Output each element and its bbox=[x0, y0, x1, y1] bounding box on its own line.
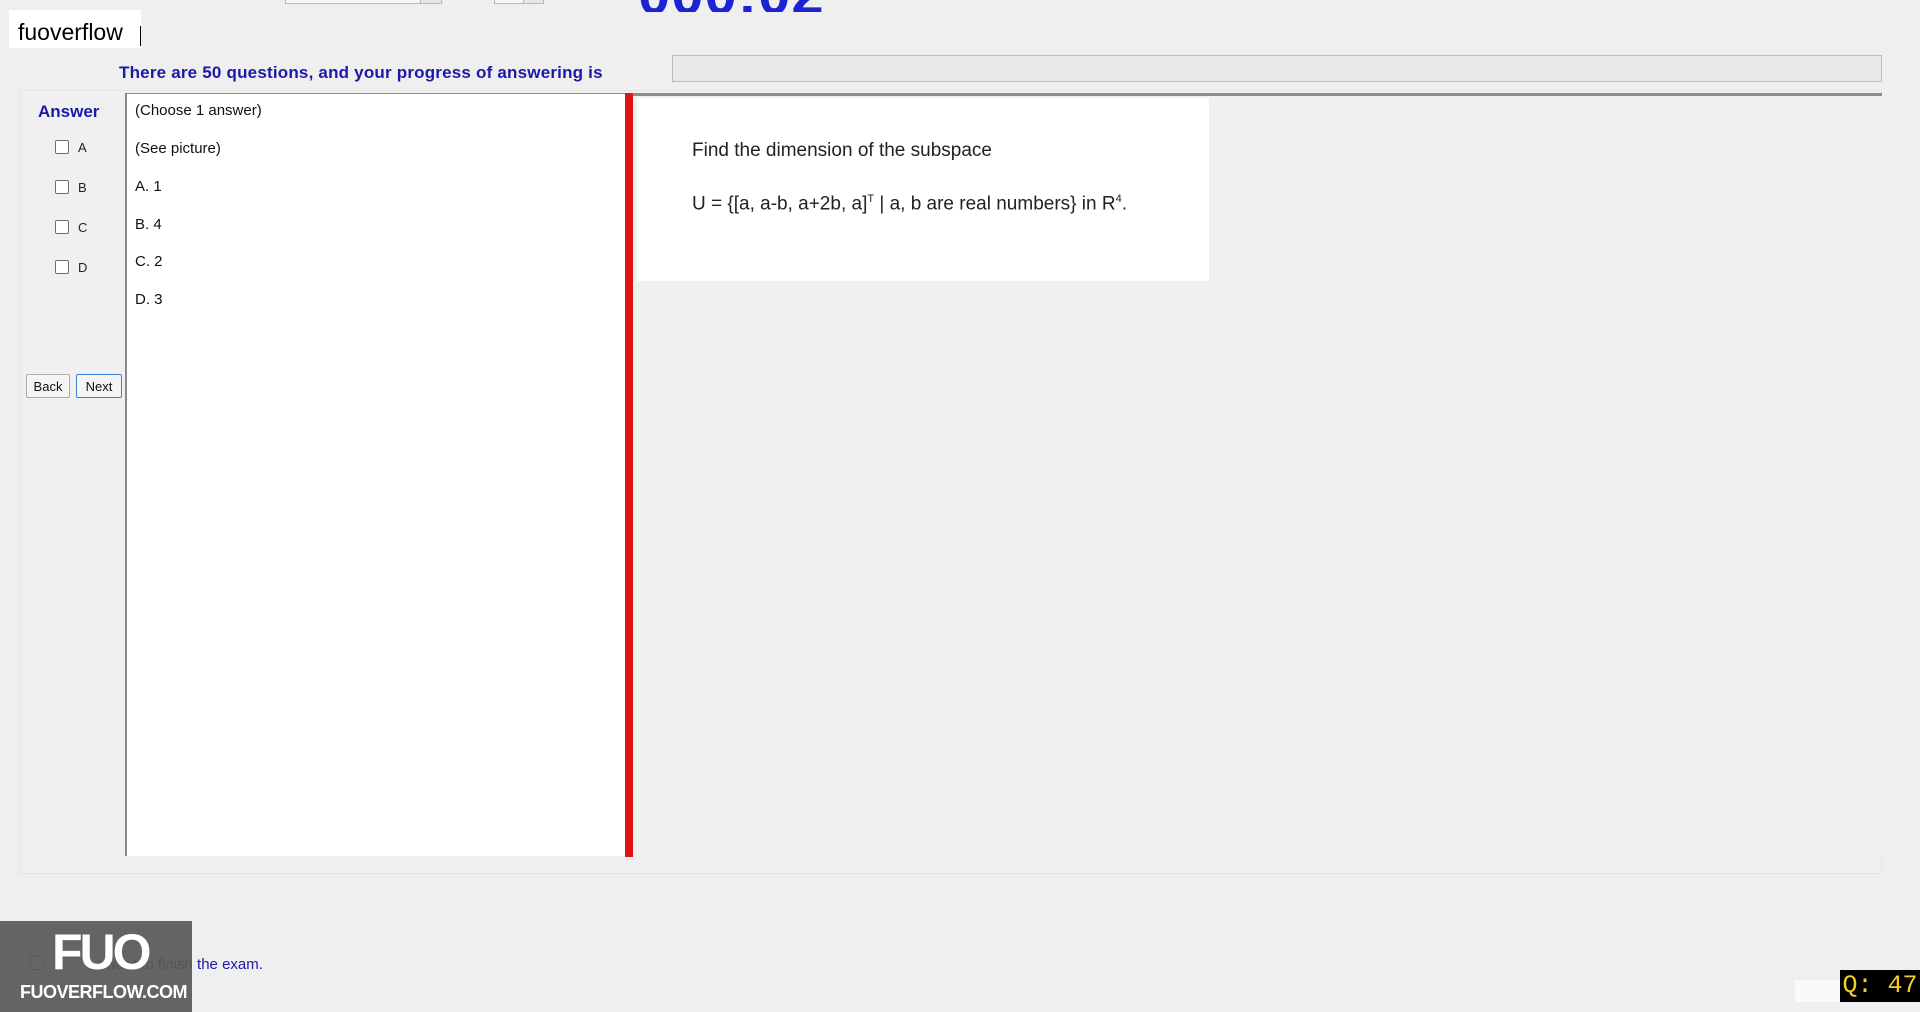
fuo-logo-text: FUO bbox=[52, 924, 152, 980]
choice-b: B. 4 bbox=[135, 216, 162, 233]
choice-a: A. 1 bbox=[135, 178, 162, 195]
stepper-arrow-icon[interactable] bbox=[523, 0, 543, 3]
formula-part: | a, b are real numbers} in R bbox=[874, 193, 1116, 215]
checkbox[interactable] bbox=[55, 260, 69, 274]
option-label: B bbox=[78, 179, 87, 195]
checkbox[interactable] bbox=[55, 140, 69, 154]
formula-part: U = {[a, a-b, a+2b, a] bbox=[692, 193, 868, 215]
answer-option-d[interactable]: D bbox=[55, 257, 87, 277]
question-image bbox=[637, 98, 1209, 281]
checkbox[interactable] bbox=[55, 220, 69, 234]
question-text-panel bbox=[125, 93, 627, 856]
text-caret bbox=[140, 26, 141, 46]
checkbox[interactable] bbox=[55, 180, 69, 194]
exam-timer: 000:02 bbox=[638, 0, 868, 12]
fuo-logo-url: FUOVERFLOW.COM bbox=[20, 982, 188, 1002]
progress-label: There are 50 questions, and your progres… bbox=[119, 63, 603, 82]
option-label: A bbox=[78, 139, 87, 155]
back-button[interactable]: Back bbox=[26, 374, 70, 398]
counter-pad bbox=[1795, 980, 1840, 1002]
choice-c: C. 2 bbox=[135, 253, 163, 270]
answer-option-a[interactable]: A bbox=[55, 137, 87, 157]
brand-label: fuoverflow bbox=[18, 19, 123, 45]
answer-title: Answer bbox=[38, 102, 100, 121]
question-note: (See picture) bbox=[135, 140, 221, 157]
chevron-down-icon[interactable] bbox=[420, 0, 441, 3]
answer-option-b[interactable]: B bbox=[55, 177, 87, 197]
panel-splitter[interactable] bbox=[625, 93, 633, 857]
question-image-line1: Find the dimension of the subspace bbox=[692, 140, 992, 161]
formula-part: . bbox=[1121, 193, 1127, 215]
answer-option-c[interactable]: C bbox=[55, 217, 87, 237]
option-label: D bbox=[78, 259, 88, 275]
choice-d: D. 3 bbox=[135, 291, 163, 308]
question-instruction: (Choose 1 answer) bbox=[135, 102, 262, 119]
question-image-line2: U = {[a, a-b, a+2b, a]T | a, b are real … bbox=[692, 193, 1127, 215]
question-counter: Q: 47 bbox=[1840, 970, 1920, 1002]
next-button[interactable]: Next bbox=[76, 374, 122, 398]
exam-combo[interactable] bbox=[285, 0, 442, 4]
option-label: C bbox=[78, 219, 88, 235]
progress-bar bbox=[672, 55, 1882, 82]
